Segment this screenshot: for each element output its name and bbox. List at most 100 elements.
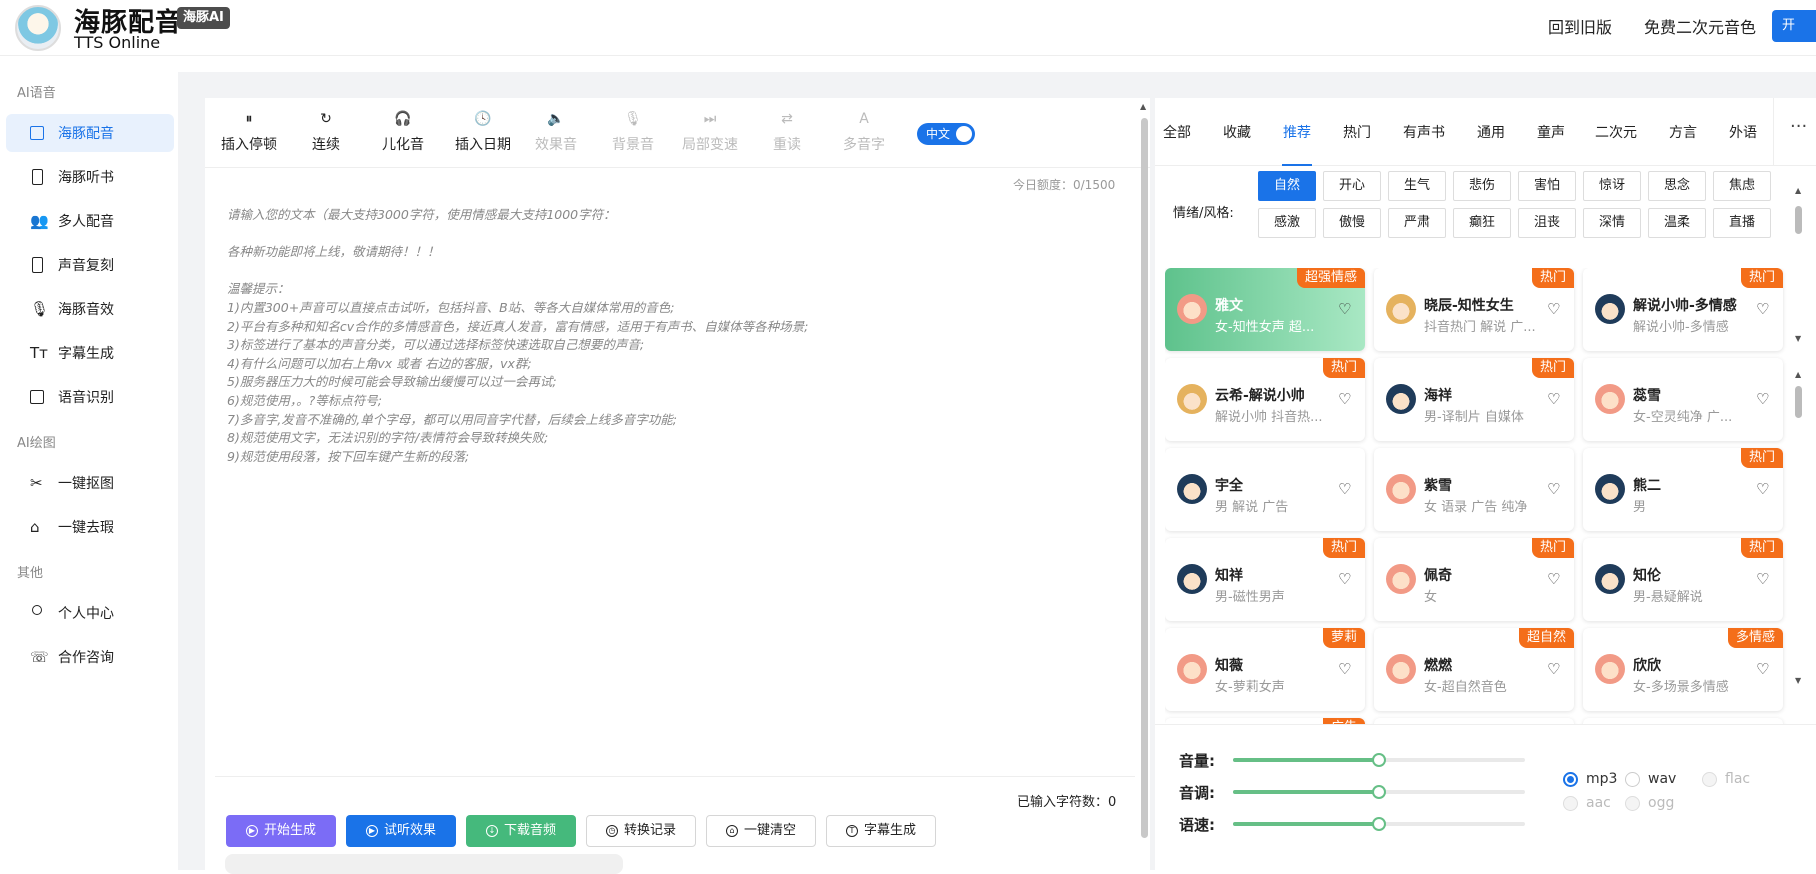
- sidebar-item-audiobook[interactable]: 海豚听书: [6, 158, 174, 196]
- favorite-heart-icon[interactable]: ♡: [1338, 390, 1351, 408]
- sidebar-item-blemish-removal[interactable]: ⌂ 一键去瑕: [6, 508, 174, 546]
- voice-card[interactable]: 热门 佩奇女 ♡: [1374, 538, 1574, 621]
- tab-all[interactable]: 全部: [1163, 122, 1191, 142]
- sidebar-item-voice-clone[interactable]: 声音复刻: [6, 246, 174, 284]
- tab-favorites[interactable]: 收藏: [1223, 122, 1251, 142]
- sidebar-item-speech-recognition[interactable]: 语音识别: [6, 378, 174, 416]
- format-mp3-radio[interactable]: mp3: [1563, 771, 1617, 787]
- voice-card[interactable]: 热门 海祥 男-译制片 自媒体 ♡: [1374, 358, 1574, 441]
- voice-card[interactable]: 紫雪女 语录 广告 纯净 ♡: [1374, 448, 1574, 531]
- voice-grid-scrollbar[interactable]: ▲: [1795, 370, 1803, 820]
- scroll-up-arrow[interactable]: ▲: [1795, 370, 1801, 379]
- emotion-chip[interactable]: 害怕: [1518, 171, 1576, 201]
- voice-card[interactable]: 热门 知伦 男-悬疑解说 ♡: [1583, 538, 1783, 621]
- sidebar-item-profile[interactable]: 个人中心: [6, 594, 174, 632]
- clear-all-button[interactable]: ⌂ 一键清空: [706, 815, 816, 847]
- slider-handle[interactable]: [1372, 785, 1386, 799]
- emotion-chip[interactable]: 深情: [1583, 208, 1641, 238]
- insert-date-tool[interactable]: 🕓 插入日期: [443, 108, 523, 154]
- sidebar-item-cooperation[interactable]: ☏ 合作咨询: [6, 638, 174, 676]
- favorite-heart-icon[interactable]: ♡: [1338, 480, 1351, 498]
- voice-card[interactable]: 热门 熊二男 ♡: [1583, 448, 1783, 531]
- format-wav-radio[interactable]: wav: [1625, 771, 1676, 787]
- tab-child[interactable]: 童声: [1537, 122, 1565, 142]
- tab-recommended[interactable]: 推荐: [1283, 122, 1311, 142]
- favorite-heart-icon[interactable]: ♡: [1756, 390, 1769, 408]
- free-anime-voices-link[interactable]: 免费二次元音色: [1644, 14, 1756, 38]
- format-aac-radio[interactable]: aac: [1563, 795, 1611, 811]
- tab-anime[interactable]: 二次元: [1595, 122, 1637, 142]
- sidebar-item-cutout[interactable]: ✂ 一键抠图: [6, 464, 174, 502]
- voice-card[interactable]: 热门 晓辰-知性女生 抖音热门 解说 广... ♡: [1374, 268, 1574, 351]
- voice-card[interactable]: 多情感 欣欣 女-多场景多情感 ♡: [1583, 628, 1783, 711]
- voice-card[interactable]: 萝莉 知薇 女-萝莉女声 ♡: [1165, 628, 1365, 711]
- scroll-thumb[interactable]: [1795, 386, 1802, 418]
- scroll-thumb[interactable]: [1795, 206, 1802, 234]
- emotion-chip[interactable]: 惊讶: [1583, 171, 1641, 201]
- speed-slider[interactable]: [1233, 817, 1525, 831]
- favorite-heart-icon[interactable]: ♡: [1547, 570, 1560, 588]
- pitch-slider[interactable]: [1233, 785, 1525, 799]
- slider-handle[interactable]: [1372, 753, 1386, 767]
- continuous-tool[interactable]: ↻ 连续: [286, 108, 366, 154]
- voice-card[interactable]: 热门 知祥 男-磁性男声 ♡: [1165, 538, 1365, 621]
- voice-card[interactable]: 蕊雪 女-空灵纯净 广... ♡: [1583, 358, 1783, 441]
- voice-card[interactable]: 宇全男 解说 广告 ♡: [1165, 448, 1365, 531]
- emotion-chip[interactable]: 生气: [1388, 171, 1446, 201]
- tab-audiobook[interactable]: 有声书: [1403, 122, 1445, 142]
- emotion-chip[interactable]: 温柔: [1648, 208, 1706, 238]
- brand-logo[interactable]: [15, 5, 61, 51]
- tab-foreign[interactable]: 外语: [1729, 122, 1757, 142]
- emotion-chip[interactable]: 自然: [1258, 171, 1316, 201]
- emotion-chip[interactable]: 沮丧: [1518, 208, 1576, 238]
- favorite-heart-icon[interactable]: ♡: [1547, 660, 1560, 678]
- scroll-up-arrow[interactable]: ▲: [1795, 186, 1801, 195]
- emotion-chip[interactable]: 悲伤: [1453, 171, 1511, 201]
- favorite-heart-icon[interactable]: ♡: [1338, 660, 1351, 678]
- sidebar-item-sound-effects[interactable]: 🎙 海豚音效: [6, 290, 174, 328]
- local-speed-tool[interactable]: ⏭ 局部变速: [670, 108, 750, 154]
- voice-card[interactable]: 超强情感 雅文 女-知性女声 超... ♡: [1165, 268, 1365, 351]
- favorite-heart-icon[interactable]: ♡: [1756, 660, 1769, 678]
- more-tabs-button[interactable]: ···: [1790, 116, 1807, 137]
- favorite-heart-icon[interactable]: ♡: [1756, 300, 1769, 318]
- scroll-up-arrow[interactable]: ▲: [1140, 102, 1146, 111]
- favorite-heart-icon[interactable]: ♡: [1547, 480, 1560, 498]
- start-generate-button[interactable]: ▶ 开始生成: [226, 815, 336, 847]
- favorite-heart-icon[interactable]: ♡: [1756, 480, 1769, 498]
- tab-dialect[interactable]: 方言: [1669, 122, 1697, 142]
- emotion-chip[interactable]: 感激: [1258, 208, 1316, 238]
- text-input-area[interactable]: 请输入您的文本（最大支持3000字符，使用情感最大支持1000字符： 各种新功能…: [227, 206, 1127, 756]
- voice-card[interactable]: 超自然 燃燃 女-超自然音色 ♡: [1374, 628, 1574, 711]
- favorite-heart-icon[interactable]: ♡: [1756, 570, 1769, 588]
- voice-card[interactable]: 热门 云希-解说小帅 解说小帅 抖音热... ♡: [1165, 358, 1365, 441]
- scroll-down-arrow[interactable]: ▼: [1795, 676, 1801, 685]
- emotion-chip[interactable]: 焦虑: [1713, 171, 1771, 201]
- favorite-heart-icon[interactable]: ♡: [1338, 300, 1351, 318]
- emotion-chip[interactable]: 直播: [1713, 208, 1771, 238]
- sound-effect-tool[interactable]: 🔈 效果音: [516, 108, 596, 154]
- volume-slider[interactable]: [1233, 753, 1525, 767]
- old-version-link[interactable]: 回到旧版: [1548, 14, 1612, 38]
- emotion-chip[interactable]: 癫狂: [1453, 208, 1511, 238]
- background-music-tool[interactable]: 🎙 背景音: [593, 108, 673, 154]
- erhua-tool[interactable]: 🎧 儿化音: [363, 108, 443, 154]
- insert-pause-tool[interactable]: ⏸ 插入停顿: [209, 108, 289, 154]
- polyphone-tool[interactable]: A 多音字: [824, 108, 904, 154]
- sidebar-item-multi-voice[interactable]: 👥 多人配音: [6, 202, 174, 240]
- subtitle-generate-button[interactable]: T 字幕生成: [826, 815, 936, 847]
- header-cta-button[interactable]: 开: [1772, 10, 1816, 42]
- favorite-heart-icon[interactable]: ♡: [1547, 390, 1560, 408]
- download-audio-button[interactable]: ↓ 下载音频: [466, 815, 576, 847]
- sidebar-item-dolphin-dubbing[interactable]: 海豚配音: [6, 114, 174, 152]
- voice-card[interactable]: 热门 解说小帅-多情感 解说小帅-多情感 ♡: [1583, 268, 1783, 351]
- sidebar-item-subtitle-gen[interactable]: Tт 字幕生成: [6, 334, 174, 372]
- language-toggle[interactable]: 中文: [917, 123, 975, 145]
- slider-handle[interactable]: [1372, 817, 1386, 831]
- emotion-chip[interactable]: 思念: [1648, 171, 1706, 201]
- conversion-history-button[interactable]: ◷ 转换记录: [586, 815, 696, 847]
- emotion-chip[interactable]: 开心: [1323, 171, 1381, 201]
- preview-button[interactable]: ▶ 试听效果: [346, 815, 456, 847]
- stress-tool[interactable]: ⇄ 重读: [747, 108, 827, 154]
- tab-general[interactable]: 通用: [1477, 122, 1505, 142]
